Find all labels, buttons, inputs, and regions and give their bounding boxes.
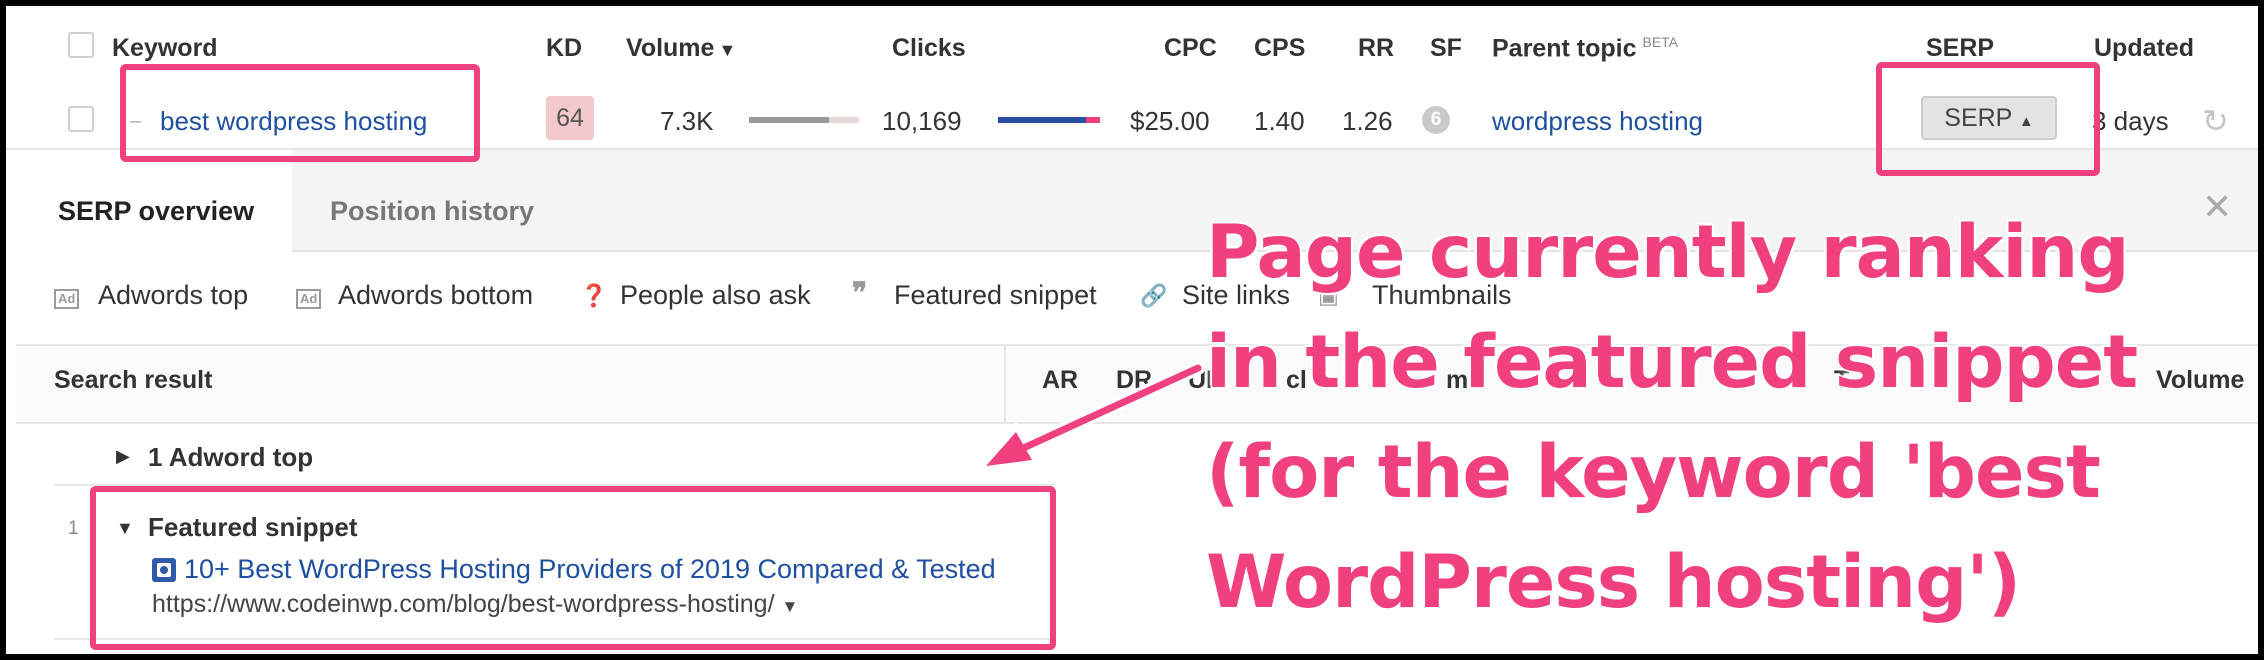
filter-featured-snippet[interactable]: Featured snippet	[894, 280, 1097, 311]
row-divider	[54, 638, 1054, 640]
image-icon	[152, 558, 176, 582]
volume-bar	[749, 117, 859, 123]
header-keyword[interactable]: Keyword	[112, 34, 218, 63]
beta-badge: BETA	[1642, 34, 1679, 50]
ad-icon: Ad	[296, 283, 322, 309]
parent-topic-link[interactable]: wordpress hosting	[1492, 106, 1703, 137]
filter-adwords-bottom[interactable]: Adwords bottom	[338, 280, 533, 311]
header-volume-label: Volume	[626, 34, 715, 62]
clicks-value: 10,169	[882, 106, 962, 136]
row-divider	[54, 484, 1054, 486]
header-volume[interactable]: Volume ▼	[626, 34, 736, 63]
header-updated[interactable]: Updated	[2094, 34, 2194, 63]
adword-top-group[interactable]: 1 Adword top	[148, 442, 313, 473]
link-icon: 🔗	[1140, 283, 1168, 308]
rr-value: 1.26	[1342, 106, 1393, 136]
header-cpc[interactable]: CPC	[1164, 34, 1217, 63]
ad-icon: Ad	[54, 283, 80, 309]
featured-result-title-link[interactable]: 10+ Best WordPress Hosting Providers of …	[184, 554, 996, 585]
tab-serp-overview[interactable]: SERP overview	[16, 150, 294, 268]
question-icon: ❓	[580, 283, 608, 308]
header-parent-topic-label: Parent topic	[1492, 34, 1637, 63]
tab-serp-overview-label: SERP overview	[58, 196, 255, 226]
volume-bar-fill	[749, 117, 829, 123]
kd-badge: 64	[546, 96, 594, 140]
header-clicks[interactable]: Clicks	[892, 34, 966, 63]
clicks-bar-pink	[1086, 117, 1100, 123]
clicks-bar-blue	[998, 117, 1086, 123]
header-serp: SERP	[1926, 34, 1995, 62]
header-parent-topic[interactable]: Parent topic BETA	[1492, 34, 1678, 63]
sort-down-icon: ▼	[718, 40, 737, 60]
select-all-checkbox[interactable]	[68, 32, 94, 58]
annotation-line-3: (for the keyword 'best	[1205, 429, 2103, 517]
url-dropdown-icon[interactable]: ▼	[781, 597, 798, 616]
featured-result-url[interactable]: https://www.codeinwp.com/blog/best-wordp…	[152, 590, 798, 619]
refresh-icon[interactable]: ↻	[2202, 102, 2229, 140]
updated-value: 3 days	[2092, 106, 2169, 136]
caret-up-icon: ▲	[2018, 113, 2034, 130]
volume-value: 7.3K	[660, 106, 714, 136]
expand-icon[interactable]: –	[130, 110, 141, 133]
quote-icon: ❞	[852, 277, 868, 308]
tab-position-history[interactable]: Position history	[330, 196, 534, 227]
cps-value: 1.40	[1254, 106, 1305, 136]
filter-adwords-top[interactable]: Adwords top	[98, 280, 248, 311]
serp-button-label: SERP	[1944, 104, 2012, 132]
annotation-line-4: WordPress hosting')	[1205, 539, 2023, 627]
col-search-result: Search result	[54, 366, 213, 394]
annotation-line-2: in the featured snippet	[1205, 319, 2140, 407]
header-rr[interactable]: RR	[1358, 34, 1394, 63]
annotation-line-1: Page currently ranking	[1205, 209, 2132, 297]
featured-snippet-group[interactable]: Featured snippet	[148, 512, 357, 543]
header-sf[interactable]: SF	[1430, 34, 1462, 63]
sf-count-badge[interactable]: 6	[1422, 106, 1450, 134]
app-frame: Keyword KD Volume ▼ Clicks CPC CPS RR SF …	[6, 6, 2258, 654]
filter-people-also-ask[interactable]: People also ask	[620, 280, 811, 311]
caret-down-icon[interactable]: ▼	[116, 518, 134, 539]
cpc-value: $25.00	[1130, 106, 1210, 136]
annotation-arrow	[979, 361, 1205, 471]
keyword-link[interactable]: best wordpress hosting	[160, 106, 427, 137]
header-cps[interactable]: CPS	[1254, 34, 1305, 63]
caret-right-icon[interactable]: ▶	[116, 446, 130, 467]
header-kd[interactable]: KD	[546, 34, 582, 63]
featured-result-url-text: https://www.codeinwp.com/blog/best-wordp…	[152, 590, 775, 618]
clicks-bar	[998, 117, 1100, 123]
serp-toggle-button[interactable]: SERP ▲	[1921, 96, 2057, 140]
row-checkbox[interactable]	[68, 106, 94, 132]
result-position: 1	[68, 518, 79, 539]
